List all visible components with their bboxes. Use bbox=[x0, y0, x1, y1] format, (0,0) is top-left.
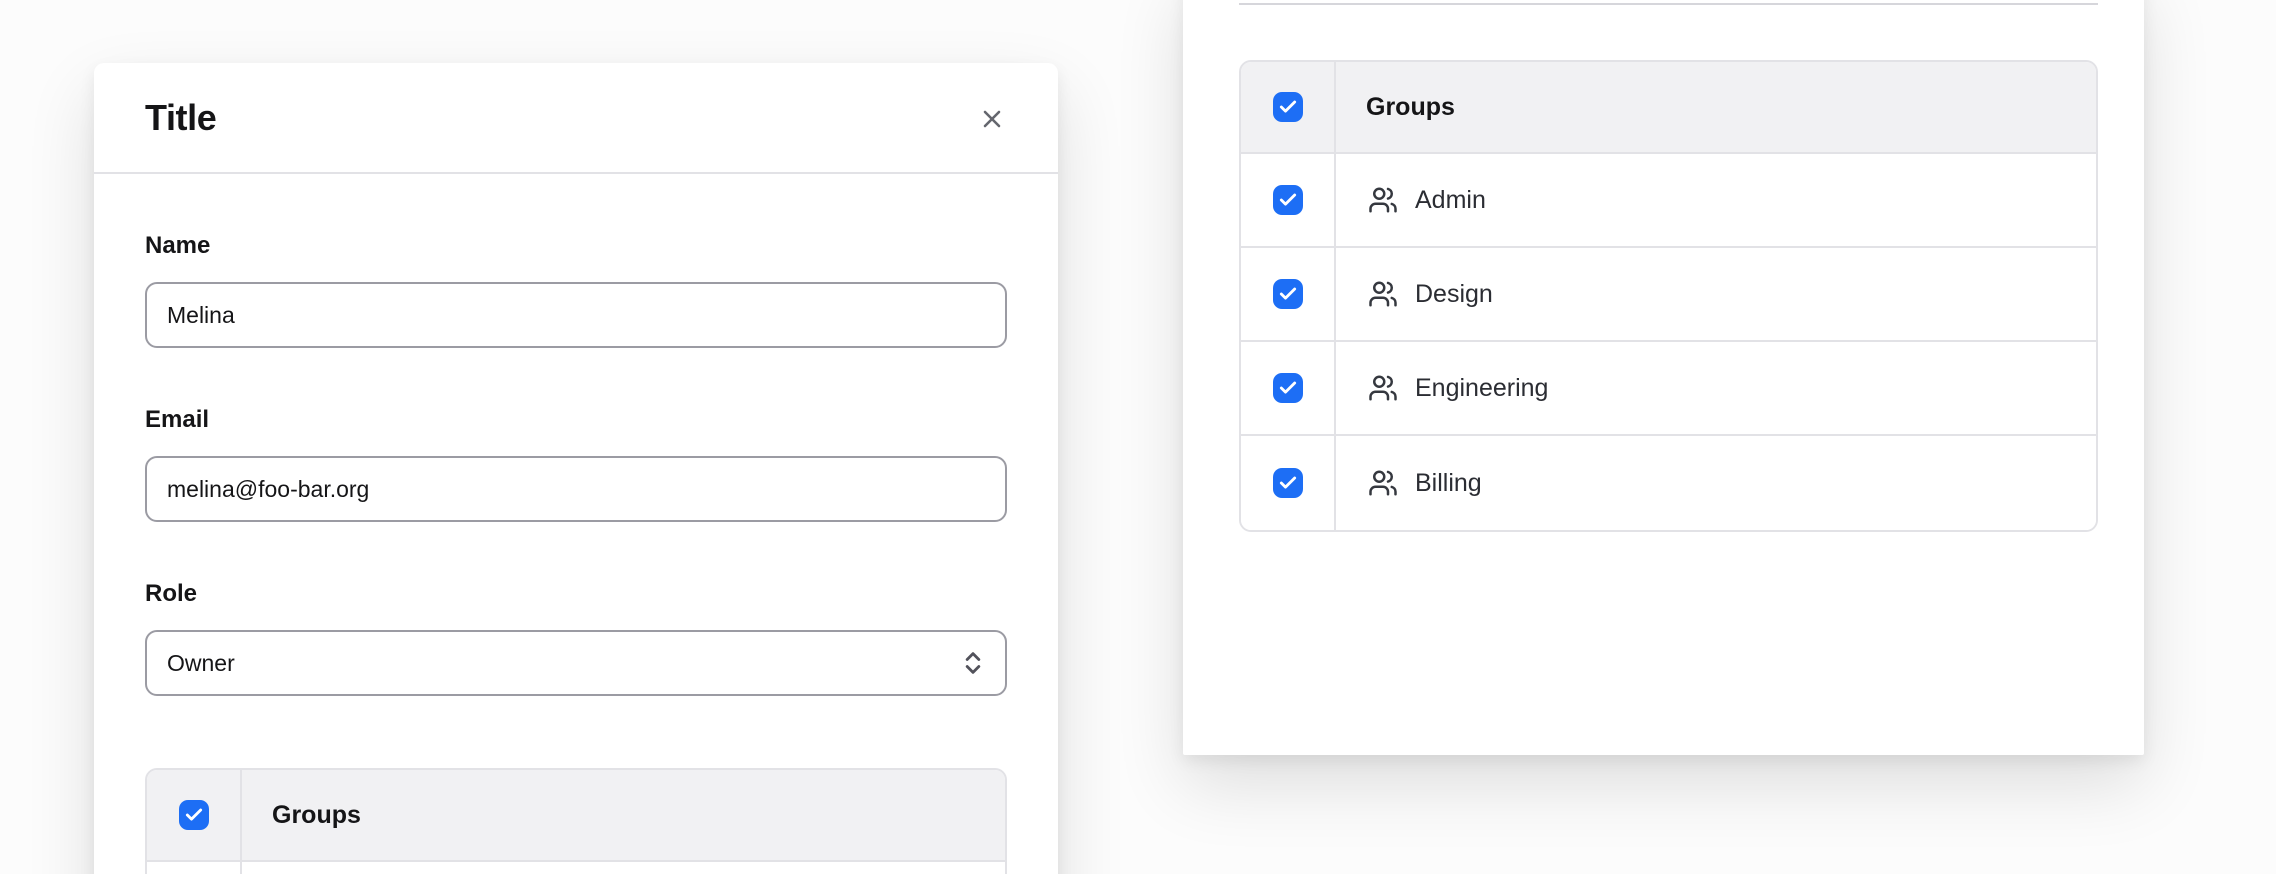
x-icon bbox=[978, 105, 1006, 133]
check-icon bbox=[1278, 473, 1298, 493]
row-checkbox[interactable] bbox=[1273, 373, 1303, 403]
row-checkbox[interactable] bbox=[1273, 279, 1303, 309]
table-row-engineering[interactable]: Engineering bbox=[1241, 342, 2096, 436]
table-row[interactable] bbox=[147, 862, 1005, 874]
select-all-cell bbox=[1241, 62, 1336, 152]
close-button[interactable] bbox=[968, 95, 1016, 143]
table-row-admin[interactable]: Admin bbox=[1241, 154, 2096, 248]
check-icon bbox=[1278, 378, 1298, 398]
select-all-cell bbox=[147, 770, 242, 860]
email-label: Email bbox=[145, 406, 1007, 434]
row-label: Engineering bbox=[1415, 374, 1548, 403]
row-checkbox[interactable] bbox=[1273, 185, 1303, 215]
modal-groups-table: Groups bbox=[145, 768, 1007, 874]
edit-user-modal: Title Name Email Role Owner bbox=[94, 63, 1058, 874]
email-input[interactable] bbox=[145, 456, 1007, 522]
check-icon bbox=[184, 805, 204, 825]
check-icon bbox=[1278, 97, 1298, 117]
modal-groups-table-header: Groups bbox=[147, 770, 1005, 862]
modal-header: Title bbox=[94, 63, 1058, 174]
select-all-checkbox[interactable] bbox=[1273, 92, 1303, 122]
chevrons-up-down-icon bbox=[959, 649, 987, 677]
check-icon bbox=[1278, 284, 1298, 304]
screen: Title Name Email Role Owner bbox=[0, 0, 2276, 874]
panel-groups-header-label: Groups bbox=[1336, 62, 1455, 152]
row-label: Design bbox=[1415, 280, 1493, 309]
check-icon bbox=[1278, 190, 1298, 210]
users-icon bbox=[1368, 373, 1398, 403]
select-all-checkbox[interactable] bbox=[179, 800, 209, 830]
users-icon bbox=[1368, 279, 1398, 309]
modal-body: Name Email Role Owner bbox=[94, 232, 1058, 874]
row-label: Admin bbox=[1415, 186, 1486, 215]
role-select[interactable]: Owner bbox=[145, 630, 1007, 696]
role-select-value: Owner bbox=[167, 650, 235, 677]
users-icon bbox=[1368, 468, 1398, 498]
panel-groups-table-header: Groups bbox=[1241, 62, 2096, 154]
row-label: Billing bbox=[1415, 469, 1482, 498]
row-checkbox[interactable] bbox=[1273, 468, 1303, 498]
modal-groups-header-label: Groups bbox=[242, 770, 361, 860]
modal-title: Title bbox=[145, 97, 216, 139]
role-label: Role bbox=[145, 580, 1007, 608]
table-row-design[interactable]: Design bbox=[1241, 248, 2096, 342]
name-label: Name bbox=[145, 232, 1007, 260]
table-row-billing[interactable]: Billing bbox=[1241, 436, 2096, 530]
groups-panel: Groups Admin bbox=[1183, 0, 2144, 755]
users-icon bbox=[1368, 185, 1398, 215]
name-input[interactable] bbox=[145, 282, 1007, 348]
cutoff-element-edge bbox=[1239, 3, 2098, 5]
panel-groups-table: Groups Admin bbox=[1239, 60, 2098, 532]
